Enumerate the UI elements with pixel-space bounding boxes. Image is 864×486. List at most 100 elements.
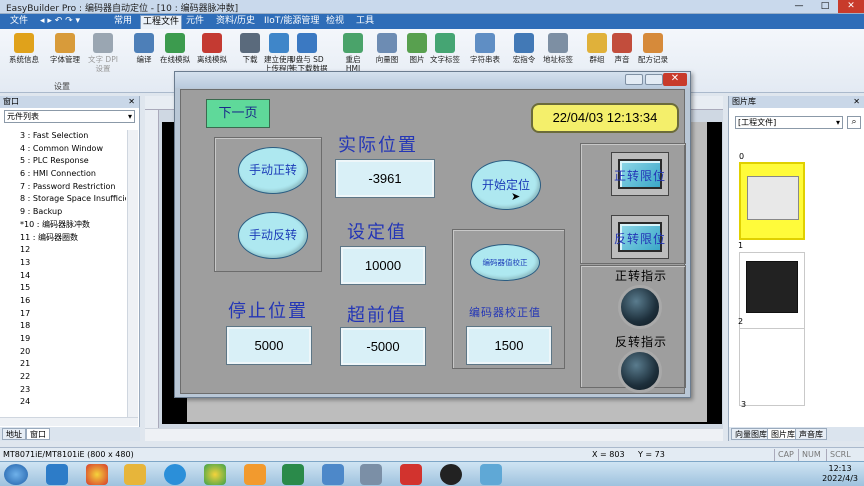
encoder-calibrate-button[interactable]: 编码器值校正 — [470, 244, 540, 281]
ribbon-icon — [435, 33, 455, 53]
window-list: 3 : Fast Selection 4 : Common Window 5 : P… — [0, 130, 126, 420]
plc-icon[interactable] — [400, 464, 422, 485]
reverse-indicator-label: 反转指示 — [615, 335, 668, 349]
window-list-item[interactable]: 13 — [0, 257, 126, 270]
panel-header: 图片库 ✕ — [729, 96, 864, 108]
start-button[interactable] — [4, 464, 28, 485]
menu-project[interactable]: 工程文件 — [140, 15, 183, 29]
window-list-item[interactable]: 17 — [0, 308, 126, 321]
search-icon[interactable]: ⌕ — [847, 116, 861, 129]
forward-limit-lamp: 正转限位 — [611, 152, 669, 196]
editor-horizontal-scrollbar[interactable] — [145, 428, 723, 441]
ribbon-icon — [93, 33, 113, 53]
library-thumb-2[interactable]: 2 — [738, 317, 805, 406]
ribbon-label: 宏指令 — [512, 55, 536, 64]
tab-vector-library[interactable]: 向量图库 — [731, 428, 771, 440]
sim-maximize-button[interactable] — [645, 74, 663, 85]
simulation-title-bar[interactable]: ✕ — [175, 72, 690, 88]
chrome2-icon[interactable] — [204, 464, 226, 485]
list-selector[interactable]: 元件列表 ▾ — [4, 110, 135, 123]
stop-position-label: 停止位置 — [228, 301, 308, 322]
left-panel-tabs: 地址 窗口 — [0, 427, 140, 441]
vertical-scrollbar[interactable] — [127, 130, 138, 422]
advance-value-label: 超前值 — [347, 305, 407, 326]
close-icon[interactable]: ✕ — [853, 96, 860, 108]
tab-address[interactable]: 地址 — [2, 428, 26, 440]
menu-file[interactable]: 文件 — [8, 15, 30, 28]
ribbon-icon — [587, 33, 607, 53]
window-list-item[interactable]: 12 — [0, 244, 126, 257]
advance-value-input[interactable]: -5000 — [340, 327, 426, 366]
window-list-item[interactable]: 22 — [0, 371, 126, 384]
manual-forward-button[interactable]: 手动正转 — [238, 147, 308, 194]
menu-data-history[interactable]: 资料/历史 — [214, 15, 257, 28]
ribbon-button-2[interactable]: 文字 DPI 设置 — [86, 31, 120, 79]
menu-iiot[interactable]: IIoT/能源管理 — [262, 15, 321, 28]
ribbon-button-1[interactable]: 字体管理 — [48, 31, 82, 79]
taskbar: 12:13 2022/4/3 — [0, 461, 864, 486]
menu-common[interactable]: 常用 — [112, 15, 134, 28]
encoder-calibrate-input[interactable]: 1500 — [466, 326, 552, 365]
window-list-item[interactable]: 3 : Fast Selection — [0, 130, 126, 143]
sim-minimize-button[interactable] — [625, 74, 643, 85]
window-list-item[interactable]: 15 — [0, 282, 126, 295]
ribbon-button-0[interactable]: 系统信息 — [7, 31, 41, 79]
chrome-icon[interactable] — [86, 464, 108, 485]
window-list-item[interactable]: 18 — [0, 320, 126, 333]
stop-position-input[interactable]: 5000 — [226, 326, 312, 365]
reverse-limit-lamp: 反转限位 — [611, 215, 669, 259]
k-app-icon[interactable] — [164, 464, 186, 485]
window-list-item[interactable]: 19 — [0, 333, 126, 346]
ribbon-icon — [297, 33, 317, 53]
close-icon[interactable]: ✕ — [128, 96, 135, 108]
project-icon[interactable] — [322, 464, 344, 485]
window-icon[interactable] — [480, 464, 502, 485]
ie-icon[interactable] — [46, 464, 68, 485]
start-positioning-button[interactable]: 开始定位 — [471, 160, 541, 210]
window-list-item[interactable]: 7 : Password Restriction — [0, 181, 126, 194]
window-list-item[interactable]: 23 — [0, 384, 126, 397]
set-value-input[interactable]: 10000 — [340, 246, 426, 285]
window-list-item[interactable]: 9 : Backup — [0, 206, 126, 219]
menu-view[interactable]: 检视 — [324, 15, 346, 28]
menu-tools[interactable]: 工具 — [354, 15, 376, 28]
window-list-item[interactable]: 11 : 编码器圈数 — [0, 232, 126, 245]
library-thumb-0[interactable]: 0 — [739, 152, 805, 240]
library-selector[interactable]: [工程文件] ▾ — [735, 116, 843, 129]
app-icon[interactable] — [244, 464, 266, 485]
excel-icon[interactable] — [282, 464, 304, 485]
window-list-item[interactable]: 24 — [0, 396, 126, 409]
window-list-item[interactable]: *10 : 编码器脉冲数 — [0, 219, 126, 232]
simulator-icon[interactable] — [360, 464, 382, 485]
ribbon-button-3[interactable]: 编译 — [127, 31, 161, 79]
window-list-item[interactable]: 4 : Common Window — [0, 143, 126, 156]
simulation-window: ✕ 下一页 22/04/03 12:13:34 手动正转 手动反转 实际位置 -… — [174, 71, 691, 398]
ribbon-label: 文字标签 — [430, 55, 460, 64]
tab-sound-library[interactable]: 声音库 — [795, 428, 827, 440]
library-thumb-3[interactable]: 3 — [741, 400, 746, 409]
window-list-item[interactable]: 14 — [0, 270, 126, 283]
manual-reverse-button[interactable]: 手动反转 — [238, 212, 308, 259]
ribbon-label: 地址标签 — [543, 55, 573, 64]
record-icon[interactable] — [440, 464, 462, 485]
horizontal-scrollbar[interactable] — [0, 417, 138, 426]
window-list-item[interactable]: 6 : HMI Connection — [0, 168, 126, 181]
tab-window[interactable]: 窗口 — [26, 428, 50, 440]
menu-objects[interactable]: 元件 — [184, 15, 206, 28]
window-list-item[interactable]: 16 — [0, 295, 126, 308]
ribbon-label: 系统信息 — [9, 55, 39, 64]
minimize-button[interactable]: — — [786, 0, 812, 13]
quick-access-icons: ◂ ▸ ↶ ↷ ▾ — [40, 16, 81, 26]
menu-bar: 文件 常用 工程文件 元件 资料/历史 IIoT/能源管理 检视 工具 ◂ ▸ … — [0, 14, 864, 29]
next-page-button[interactable]: 下一页 — [206, 99, 270, 128]
ribbon-icon — [407, 33, 427, 53]
folder-icon[interactable] — [124, 464, 146, 485]
window-list-item[interactable]: 8 : Storage Space Insufficier — [0, 193, 126, 206]
window-list-item[interactable]: 21 — [0, 358, 126, 371]
maximize-button[interactable]: □ — [812, 0, 838, 13]
close-button[interactable]: ✕ — [838, 0, 864, 13]
window-list-item[interactable]: 20 — [0, 346, 126, 359]
sim-close-button[interactable]: ✕ — [663, 73, 687, 86]
window-list-item[interactable]: 5 : PLC Response — [0, 155, 126, 168]
library-thumb-1[interactable]: 1 — [738, 241, 805, 330]
